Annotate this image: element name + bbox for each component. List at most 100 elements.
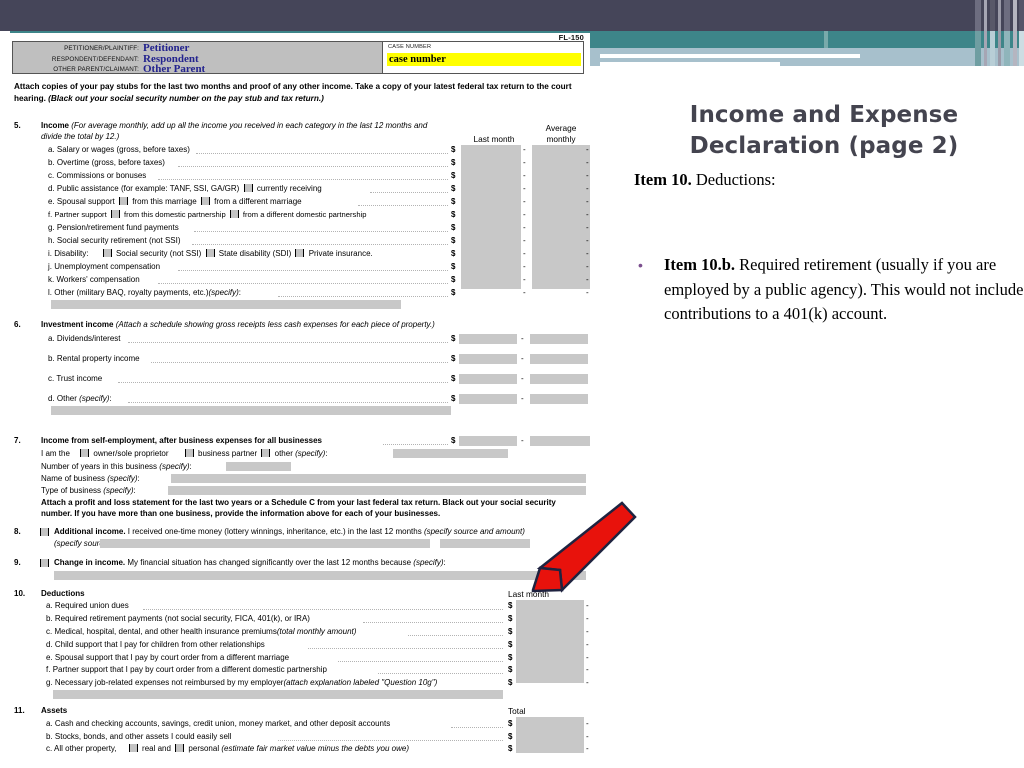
item6-other-specify-field[interactable]	[51, 406, 451, 415]
item11-number: 11.	[14, 706, 25, 715]
dash-11a: -	[586, 719, 589, 728]
page-title: Income and Expense Declaration (page 2)	[628, 100, 1020, 162]
item5-title-bold: Income	[41, 121, 70, 130]
checkbox-spousal-this-marriage[interactable]	[118, 197, 128, 205]
dash2-5e: -	[586, 197, 589, 206]
leader-5l	[278, 296, 448, 297]
item5-row-h: h. Social security retirement (not SSI)	[48, 236, 181, 245]
dash2-5b: -	[586, 158, 589, 167]
item5-row-l: l. Other (military BAQ, royalty payments…	[48, 288, 241, 297]
item5-number: 5.	[14, 121, 21, 130]
item5-row-g: g. Pension/retirement fund payments	[48, 223, 179, 232]
case-number-label: CASE NUMBER	[388, 44, 432, 50]
item6d-average-fill[interactable]	[530, 394, 588, 404]
dollar-5k: $	[451, 275, 456, 284]
page-title-line2: Declaration (page 2)	[689, 133, 959, 159]
dash-10f: -	[586, 665, 589, 674]
leader-5j	[178, 270, 448, 271]
item5-row-e: e. Spousal support from this marriage fr…	[48, 197, 302, 206]
dollar-6d: $	[451, 394, 456, 403]
case-number-value: case number	[387, 53, 581, 66]
checkbox-disability-ss[interactable]	[102, 249, 112, 257]
item9-number: 9.	[14, 558, 21, 567]
leader-6d	[128, 402, 448, 403]
checkbox-disability-sdi[interactable]	[205, 249, 215, 257]
checkbox-owner-sole-proprietor[interactable]	[80, 449, 90, 457]
dash-11b: -	[586, 732, 589, 741]
slide-canvas: FL-150 PETITIONER/PLAINTIFF: Petitioner …	[0, 0, 1024, 768]
dash2-5c: -	[586, 171, 589, 180]
dash2-5h: -	[586, 236, 589, 245]
item7-name-line: Name of business (specify):	[41, 474, 140, 483]
dash-5f: -	[523, 210, 526, 219]
item6c-average-fill[interactable]	[530, 374, 588, 384]
checkbox-partner-different-dp[interactable]	[229, 210, 239, 218]
item11-row-b: b. Stocks, bonds, and other assets I cou…	[46, 732, 232, 741]
item10-row-f: f. Partner support that I pay by court o…	[46, 665, 327, 674]
checkbox-property-real[interactable]	[128, 744, 138, 752]
respondent-label: RESPONDENT/DEFENDANT:	[51, 56, 139, 63]
dash-5h: -	[523, 236, 526, 245]
dash-5j: -	[523, 262, 526, 271]
item5-row-i: i. Disability: Social security (not SSI)…	[48, 249, 373, 258]
item7-title: Income from self-employment, after busin…	[41, 436, 322, 445]
item7-average-fill[interactable]	[530, 436, 590, 446]
item11-total-fill[interactable]	[516, 717, 584, 753]
dollar-7: $	[451, 436, 456, 445]
leader-5d	[370, 192, 448, 193]
item10-lastmonth-fill[interactable]	[516, 600, 584, 683]
item6-number: 6.	[14, 320, 21, 329]
leader-10a	[143, 609, 503, 610]
banner-vstripe-teal-4	[1019, 31, 1024, 66]
dash-5c: -	[523, 171, 526, 180]
dash-10c: -	[586, 627, 589, 636]
item5-title: Income (For average monthly, add up all …	[41, 121, 441, 142]
checkbox-additional-income[interactable]	[40, 528, 49, 536]
item6d-lastmonth-fill[interactable]	[459, 394, 517, 404]
item6a-average-fill[interactable]	[530, 334, 588, 344]
item7-years-field[interactable]	[226, 462, 291, 471]
dash2-5i: -	[586, 249, 589, 258]
leader-5e	[358, 205, 448, 206]
item7-lastmonth-fill[interactable]	[459, 436, 517, 446]
item5-other-specify-field[interactable]	[51, 300, 401, 309]
dollar-10d: $	[508, 640, 513, 649]
item6b-average-fill[interactable]	[530, 354, 588, 364]
checkbox-partner-this-dp[interactable]	[110, 210, 120, 218]
banner-vstripe-teal-1	[975, 31, 981, 66]
item8-source-field[interactable]	[100, 539, 430, 548]
checkbox-business-partner[interactable]	[184, 449, 194, 457]
dash-11c: -	[586, 744, 589, 753]
item11-row-c: c. All other property, real and personal…	[46, 744, 409, 753]
checkbox-spousal-different-marriage[interactable]	[200, 197, 210, 205]
item7-other-specify-field[interactable]	[393, 449, 508, 458]
banner-slit-2	[600, 62, 780, 68]
dollar-5e: $	[451, 197, 456, 206]
item7-role-line: I am the owner/sole proprietor business …	[41, 449, 328, 458]
item10-row-b: b. Required retirement payments (not soc…	[46, 614, 310, 623]
dollar-5d: $	[451, 184, 456, 193]
fl150-form-image: FL-150 PETITIONER/PLAINTIFF: Petitioner …	[8, 33, 590, 763]
checkbox-change-in-income[interactable]	[40, 559, 49, 567]
item6b-lastmonth-fill[interactable]	[459, 354, 517, 364]
banner-vstripe-teal-2	[990, 31, 995, 66]
dash2-5j: -	[586, 262, 589, 271]
item7-type-field[interactable]	[168, 486, 586, 495]
dash-5k: -	[523, 275, 526, 284]
checkbox-business-other[interactable]	[261, 449, 271, 457]
dash-5b: -	[523, 158, 526, 167]
item8-number: 8.	[14, 527, 21, 536]
red-annotation-arrow	[531, 501, 637, 593]
dollar-5a: $	[451, 145, 456, 154]
item6a-lastmonth-fill[interactable]	[459, 334, 517, 344]
item10g-explanation-field[interactable]	[53, 690, 503, 699]
checkbox-currently-receiving[interactable]	[243, 184, 253, 192]
checkbox-property-personal[interactable]	[175, 744, 185, 752]
item7-name-field[interactable]	[171, 474, 586, 483]
dash-6a: -	[521, 334, 524, 343]
item6c-lastmonth-fill[interactable]	[459, 374, 517, 384]
checkbox-disability-private[interactable]	[295, 249, 305, 257]
banner-vstripe-4	[998, 0, 1001, 66]
leader-6a	[128, 342, 448, 343]
item7-years-line: Number of years in this business (specif…	[41, 462, 192, 471]
